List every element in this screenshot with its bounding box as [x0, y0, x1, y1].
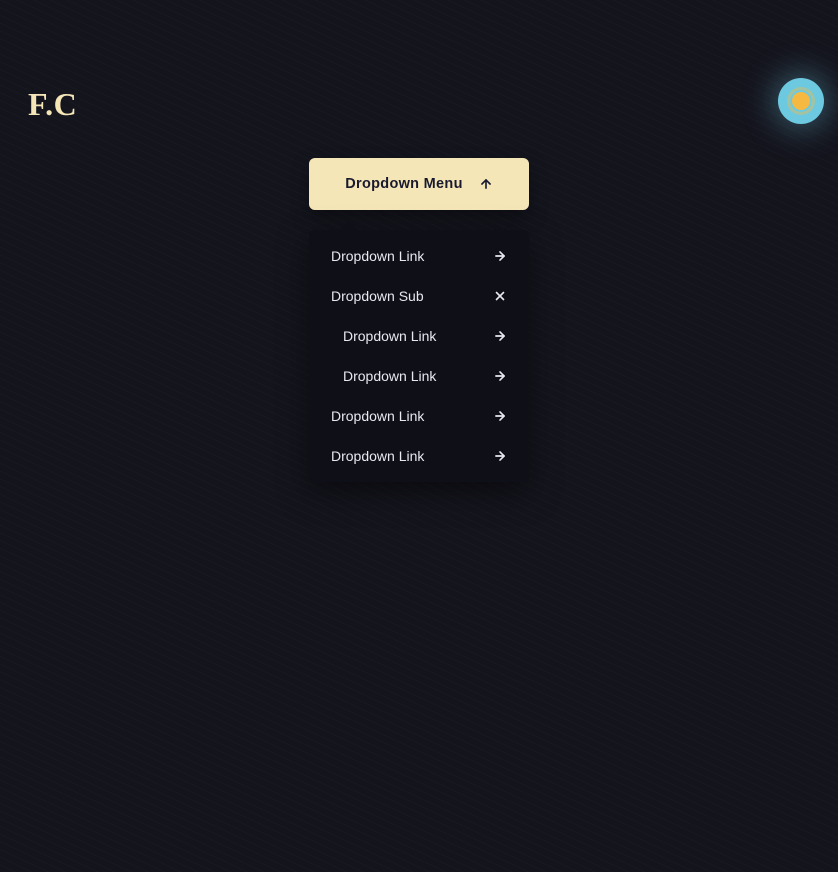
dropdown-link-item[interactable]: Dropdown Link: [309, 396, 529, 436]
dropdown-menu-button[interactable]: Dropdown Menu: [309, 158, 529, 210]
arrow-up-icon: [479, 177, 493, 191]
dropdown-item-label: Dropdown Link: [331, 248, 424, 264]
sun-icon: [792, 92, 810, 110]
dropdown-item-label: Dropdown Link: [343, 328, 436, 344]
dropdown-item-label: Dropdown Link: [331, 408, 424, 424]
dropdown-sublink-item[interactable]: Dropdown Link: [309, 356, 529, 396]
dropdown-container: Dropdown Menu Dropdown Link Dropdown Sub: [309, 158, 529, 482]
dropdown-link-item[interactable]: Dropdown Link: [309, 236, 529, 276]
close-icon: [493, 289, 507, 303]
dropdown-submenu-toggle[interactable]: Dropdown Sub: [309, 276, 529, 316]
theme-toggle-button[interactable]: [778, 78, 824, 124]
arrow-right-icon: [493, 369, 507, 383]
dropdown-sublink-item[interactable]: Dropdown Link: [309, 316, 529, 356]
dropdown-item-label: Dropdown Sub: [331, 288, 424, 304]
dropdown-item-label: Dropdown Link: [331, 448, 424, 464]
arrow-right-icon: [493, 249, 507, 263]
dropdown-link-item[interactable]: Dropdown Link: [309, 436, 529, 476]
brand-logo: F.C: [28, 86, 77, 123]
dropdown-item-label: Dropdown Link: [343, 368, 436, 384]
arrow-right-icon: [493, 409, 507, 423]
arrow-right-icon: [493, 449, 507, 463]
dropdown-panel: Dropdown Link Dropdown Sub Dropdown Link: [309, 230, 529, 482]
dropdown-button-label: Dropdown Menu: [345, 176, 462, 192]
arrow-right-icon: [493, 329, 507, 343]
